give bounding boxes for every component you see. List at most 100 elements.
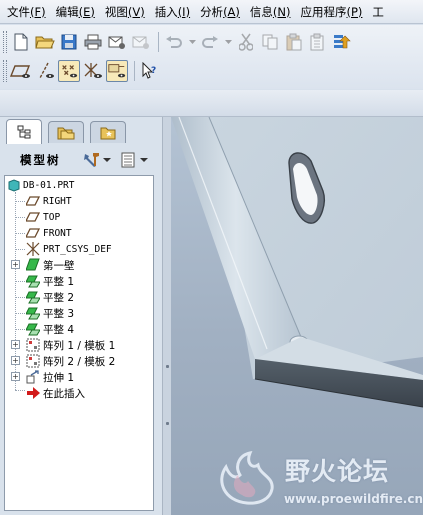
tree-item-pattern-2[interactable]: 阵列 2 / 模板 2 [26,353,115,369]
watermark-brand: 野火论坛 [285,457,390,486]
tree-connector [15,281,25,282]
redo-icon[interactable] [199,31,221,53]
menu-info[interactable]: 信息(N) [245,1,296,23]
tree-connector [15,297,25,298]
tree-connector [15,249,25,250]
tree-item-front[interactable]: FRONT [26,225,72,241]
standard-toolbar [0,28,355,56]
expand-toggle[interactable]: + [11,356,20,365]
cut-icon[interactable] [235,31,257,53]
tools-icon [83,153,99,167]
datum-plane-icon [26,212,40,222]
navigator-panel: 模型树 DB-01.PRT RIGHT TOP FRONT PRT_CSYS_D… [0,117,171,515]
splitter-grip [166,422,169,425]
model-tree-header: 模型树 [0,145,171,175]
copy-icon[interactable] [259,31,281,53]
tree-item-insert-here[interactable]: 在此插入 [26,385,85,401]
menu-tools[interactable]: 工 [367,1,389,23]
tree-connector [15,233,25,234]
expand-toggle[interactable]: + [11,260,20,269]
insert-here-arrow-icon [27,387,40,399]
menu-analysis[interactable]: 分析(A) [195,1,245,23]
context-help-icon[interactable]: ? [139,60,161,82]
datum-plane-icon [26,196,40,206]
email-link-icon[interactable] [130,31,152,53]
menu-edit[interactable]: 编辑(E) [51,1,100,23]
open-folder-icon[interactable] [34,31,56,53]
tree-item-pattern-1[interactable]: 阵列 1 / 模板 1 [26,337,115,353]
paste-icon[interactable] [283,31,305,53]
toolbar-grip[interactable] [3,60,7,82]
menu-bar: 文件(F) 编辑(E) 视图(V) 插入(I) 分析(A) 信息(N) 应用程序… [0,0,423,24]
folder-browser-icon [57,127,75,139]
toolbar-grip[interactable] [3,31,7,53]
navigator-tabs [0,117,171,144]
annotation-display-icon[interactable] [106,60,128,82]
favorites-icon [100,127,116,139]
tree-item-csys[interactable]: PRT_CSYS_DEF [26,241,112,257]
forum-watermark: 野火论坛 www.proewildfire.cn [210,449,423,515]
tree-item-right[interactable]: RIGHT [26,193,72,209]
toolbar-area: ? [0,25,423,89]
flat-wall-icon [26,307,40,320]
datum-display-toolbar: ? [0,57,163,85]
watermark-url: www.proewildfire.cn [284,492,423,506]
menu-file[interactable]: 文件(F) [2,1,51,23]
toolbar-separator [134,61,135,81]
extrude-icon [26,370,39,384]
coordinate-system-icon [26,242,40,256]
tree-item-flat-3[interactable]: 平整 3 [26,305,74,321]
svg-text:?: ? [151,66,156,76]
datum-plane-icon [26,228,40,238]
undo-icon[interactable] [163,31,185,53]
redo-dropdown-icon[interactable] [223,31,233,53]
part-icon [8,178,20,192]
regenerate-icon[interactable] [331,31,353,53]
expand-toggle[interactable]: + [11,340,20,349]
menu-view[interactable]: 视图(V) [100,1,150,23]
model-tree[interactable]: DB-01.PRT RIGHT TOP FRONT PRT_CSYS_DEF +… [4,175,154,511]
tree-item-top[interactable]: TOP [26,209,60,225]
tree-connector [15,217,25,218]
tree-item-extrude-1[interactable]: 拉伸 1 [26,369,74,385]
model-tree-icon [17,125,31,139]
flat-wall-icon [26,275,40,288]
first-wall-icon [26,258,40,271]
tree-settings-button[interactable] [83,152,111,168]
tree-item-flat-1[interactable]: 平整 1 [26,273,74,289]
email-icon[interactable] [106,31,128,53]
menu-applications[interactable]: 应用程序(P) [295,1,367,23]
tree-connector [15,201,25,202]
datum-plane-display-icon[interactable] [10,60,32,82]
tree-connector [15,329,25,330]
flame-logo-icon [220,451,274,505]
new-file-icon[interactable] [10,31,32,53]
folder-browser-tab[interactable] [48,121,84,143]
favorites-tab[interactable] [90,121,126,143]
tree-item-first-wall[interactable]: 第一壁 [26,257,75,273]
tree-columns-icon [121,152,134,168]
flat-wall-icon [26,291,40,304]
chevron-down-icon [139,157,148,162]
flat-wall-icon [26,323,40,336]
print-icon[interactable] [82,31,104,53]
secondary-toolbar-area [0,90,423,117]
tree-item-flat-2[interactable]: 平整 2 [26,289,74,305]
save-icon[interactable] [58,31,80,53]
coordinate-system-display-icon[interactable] [82,60,104,82]
toolbar-separator [158,32,159,52]
chevron-down-icon [102,157,111,162]
paste-special-icon[interactable] [307,31,329,53]
tree-connector [15,390,25,391]
model-tree-tab[interactable] [6,119,42,144]
expand-toggle[interactable]: + [11,372,20,381]
datum-axis-display-icon[interactable] [34,60,56,82]
datum-point-display-icon[interactable] [58,60,80,82]
model-tree-title: 模型树 [20,153,61,167]
tree-show-button[interactable] [121,152,148,168]
undo-dropdown-icon[interactable] [187,31,197,53]
menu-insert[interactable]: 插入(I) [150,1,195,23]
tree-item-flat-4[interactable]: 平整 4 [26,321,74,337]
tree-root-item[interactable]: DB-01.PRT [8,177,74,193]
panel-splitter[interactable] [162,117,171,515]
